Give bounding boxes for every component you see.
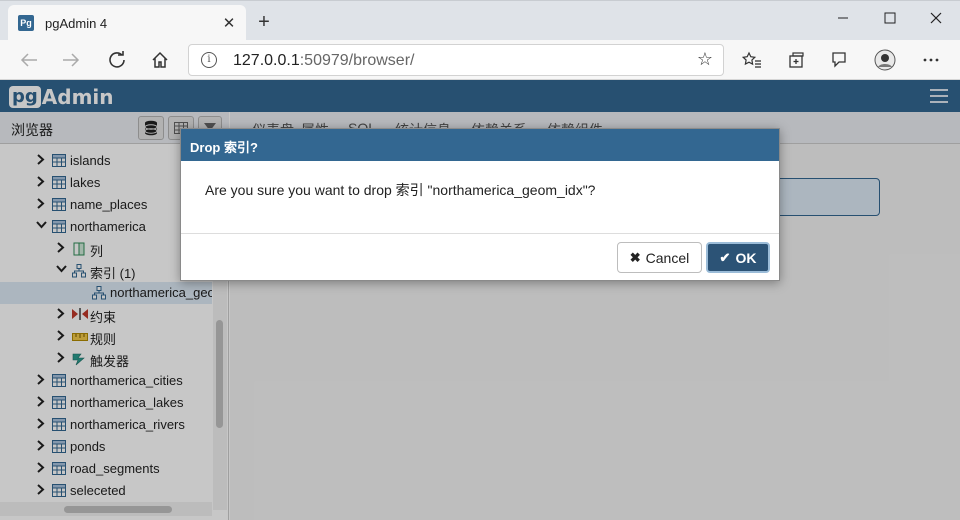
window-close-icon[interactable]	[913, 6, 959, 30]
cancel-button[interactable]: ✖ Cancel	[617, 242, 702, 273]
refresh-icon[interactable]	[103, 47, 131, 73]
dialog-message: Are you sure you want to drop 索引 "northa…	[205, 182, 596, 198]
url-text[interactable]: 127.0.0.1:50979/browser/	[233, 52, 414, 70]
dialog-footer: ✖ Cancel ✔ OK	[181, 233, 779, 281]
profile-avatar-icon[interactable]	[872, 48, 898, 72]
new-tab-icon[interactable]: +	[254, 12, 274, 33]
more-menu-icon[interactable]	[918, 48, 944, 72]
maximize-icon[interactable]	[867, 6, 913, 30]
url-bar[interactable]: i 127.0.0.1:50979/browser/ ☆	[188, 44, 724, 76]
feedback-icon[interactable]	[826, 48, 852, 72]
dialog-header: Drop 索引?	[181, 129, 779, 161]
collections-icon[interactable]	[783, 48, 809, 72]
browser-tab[interactable]: Pg pgAdmin 4 ✕	[8, 5, 246, 41]
close-tab-icon[interactable]: ✕	[220, 14, 238, 32]
ok-label: OK	[735, 249, 757, 266]
check-icon: ✔	[719, 249, 731, 265]
minimize-icon[interactable]	[820, 6, 866, 30]
back-icon[interactable]	[15, 47, 43, 73]
forward-icon[interactable]	[57, 47, 85, 73]
dialog-title: Drop 索引?	[190, 140, 258, 155]
tab-title: pgAdmin 4	[45, 15, 108, 31]
site-info-icon[interactable]: i	[201, 52, 217, 68]
favorite-star-icon[interactable]: ☆	[697, 49, 713, 70]
address-toolbar: i 127.0.0.1:50979/browser/ ☆	[0, 40, 960, 80]
url-path: :50979/browser/	[299, 52, 415, 69]
favorites-list-icon[interactable]	[739, 48, 765, 72]
home-icon[interactable]	[146, 47, 174, 73]
url-host: 127.0.0.1	[233, 52, 300, 69]
browser-titlebar: Pg pgAdmin 4 ✕ +	[0, 0, 960, 41]
drop-index-dialog: Drop 索引? Are you sure you want to drop 索…	[180, 128, 780, 281]
ok-button[interactable]: ✔ OK	[706, 242, 770, 273]
cancel-label: Cancel	[645, 249, 690, 266]
pgadmin-favicon-icon: Pg	[18, 15, 34, 31]
close-icon: ✖	[629, 249, 641, 265]
